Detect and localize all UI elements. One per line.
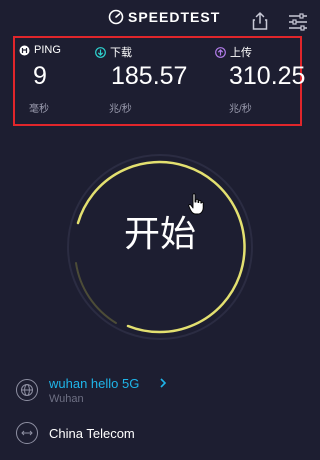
location-label: Wuhan <box>49 393 84 405</box>
chevron-right-icon[interactable] <box>159 377 167 389</box>
upload-stat: 上传 310.25 兆/秒 <box>215 38 305 124</box>
ping-stat: PING 9 毫秒 <box>19 38 89 124</box>
speedtest-app: SPEEDTEST PING 9 毫秒 下载 185.57 兆/秒 上传 310… <box>0 0 320 460</box>
server-swap-icon <box>16 422 38 444</box>
download-arrow-icon <box>95 46 106 58</box>
isp-row[interactable]: China Telecom <box>16 418 306 450</box>
ping-icon <box>19 45 30 55</box>
share-icon[interactable] <box>252 12 268 30</box>
upload-unit: 兆/秒 <box>229 104 252 115</box>
upload-label: 上传 <box>230 47 252 59</box>
wifi-name[interactable]: wuhan hello 5G <box>49 376 139 391</box>
hand-cursor-icon <box>188 193 204 215</box>
ping-label: PING <box>34 44 61 56</box>
app-header: SPEEDTEST <box>0 0 320 34</box>
upload-value: 310.25 <box>229 62 306 90</box>
logo-text: SPEEDTEST <box>128 9 221 25</box>
download-stat: 下载 185.57 兆/秒 <box>95 38 205 124</box>
ping-unit: 毫秒 <box>29 104 49 115</box>
download-label: 下载 <box>110 47 132 59</box>
speedometer-icon <box>108 9 124 25</box>
start-button[interactable]: 开始 <box>120 210 200 260</box>
settings-sliders-icon[interactable] <box>288 13 308 31</box>
upload-arrow-icon <box>215 46 226 58</box>
ping-value: 9 <box>33 62 47 90</box>
download-value: 185.57 <box>111 62 188 90</box>
wifi-network-row[interactable]: wuhan hello 5G Wuhan <box>16 375 306 407</box>
globe-icon <box>16 379 38 401</box>
results-panel: PING 9 毫秒 下载 185.57 兆/秒 上传 310.25 兆/秒 <box>13 36 305 126</box>
speedtest-logo: SPEEDTEST <box>108 9 220 25</box>
isp-name: China Telecom <box>49 426 135 441</box>
download-unit: 兆/秒 <box>109 104 132 115</box>
